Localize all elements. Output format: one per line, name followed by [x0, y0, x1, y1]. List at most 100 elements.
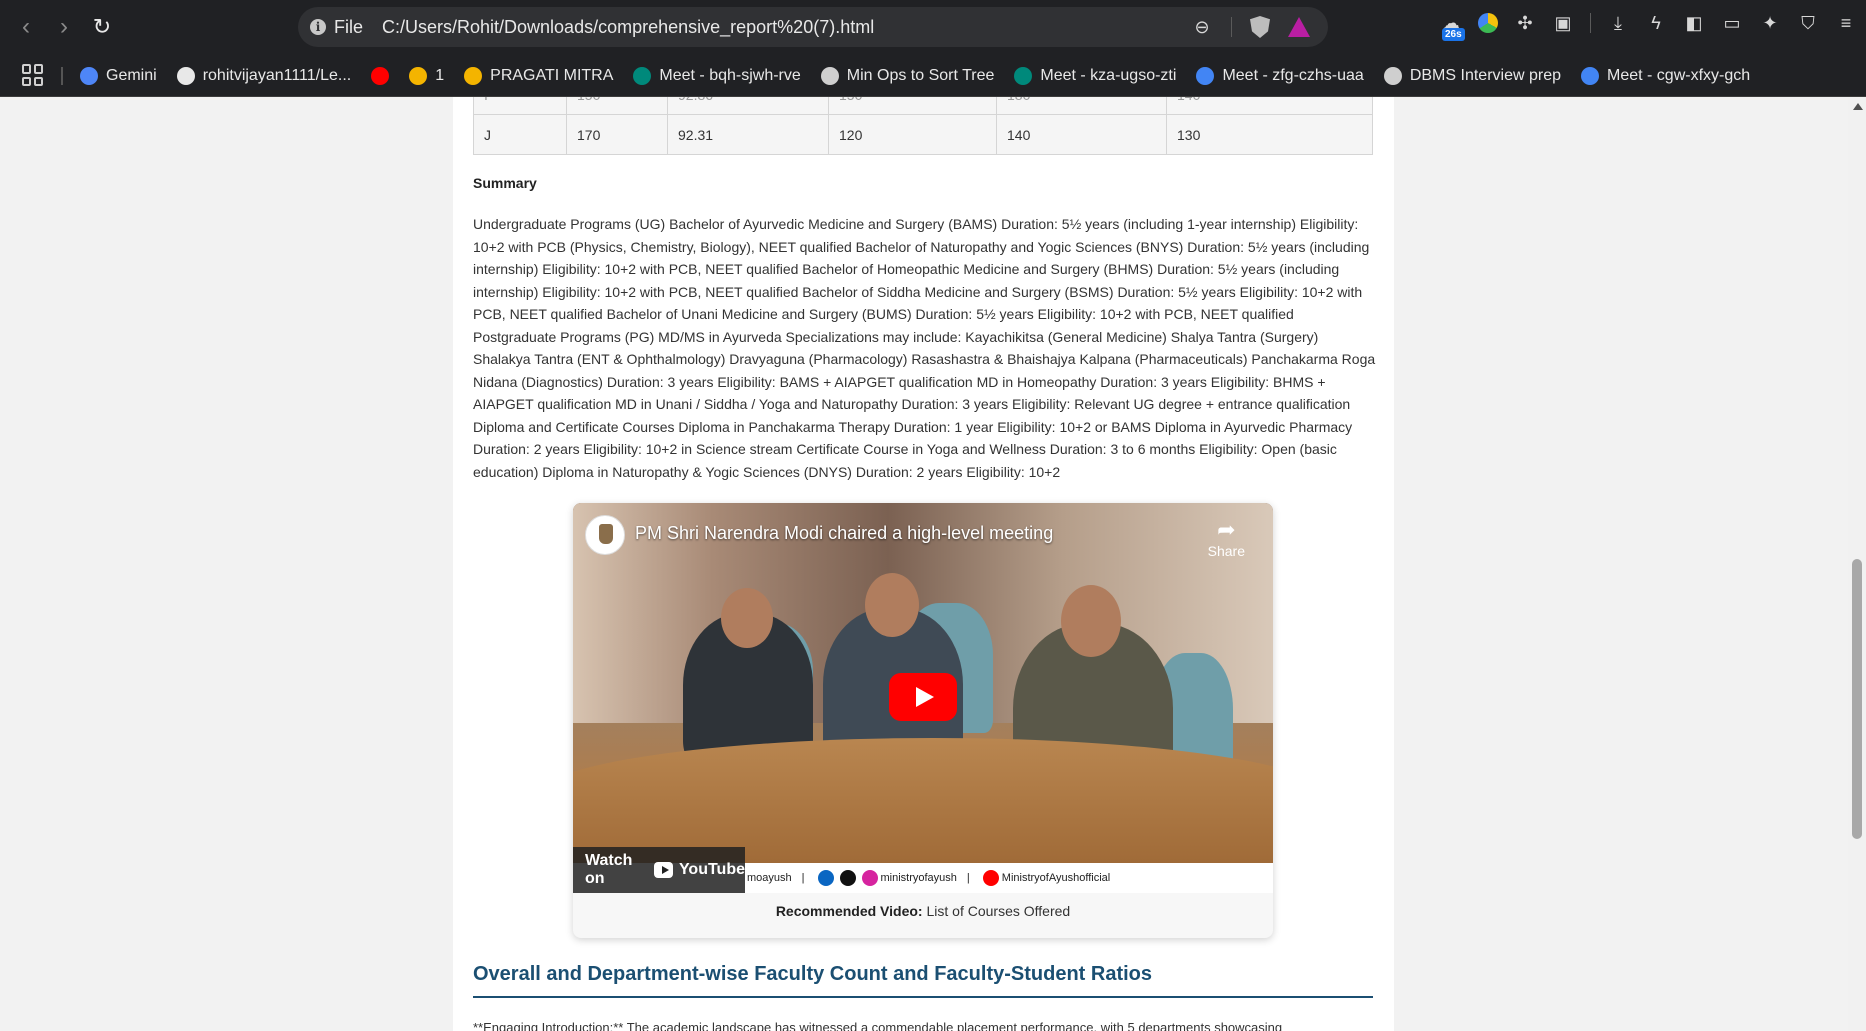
- download-icon[interactable]: ⤓: [1607, 12, 1629, 34]
- youtube-icon: [982, 870, 999, 886]
- instagram-icon: [861, 870, 878, 886]
- share-button[interactable]: ➦ Share: [1208, 517, 1245, 559]
- scrollbar-thumb[interactable]: [1852, 559, 1862, 839]
- bookmark-item[interactable]: Meet - cgw-xfxy-gch: [1581, 67, 1750, 85]
- social-handle: moayush: [747, 872, 792, 884]
- section-heading: Overall and Department-wise Faculty Coun…: [473, 963, 1152, 985]
- bookmark-favicon-icon: [1383, 67, 1402, 85]
- extension-badge: 26s: [1442, 28, 1465, 41]
- wallet-icon[interactable]: ▭: [1721, 12, 1743, 34]
- share-label: Share: [1207, 543, 1245, 559]
- scroll-up-icon[interactable]: [1853, 103, 1863, 110]
- bookmark-item[interactable]: Meet - zfg-czhs-uaa: [1196, 67, 1364, 85]
- url-text[interactable]: C:/Users/Rohit/Downloads/comprehensive_r…: [382, 17, 874, 38]
- page-viewport: I 150 92.86 150 180 140 J 170 92.31 120 …: [0, 97, 1848, 1031]
- bookmark-item[interactable]: Meet - kza-ugso-zti: [1014, 67, 1176, 85]
- divider: [1590, 13, 1591, 33]
- watch-on-label: Watch on: [585, 852, 633, 887]
- bookmark-favicon-icon: [409, 67, 428, 85]
- divider: [61, 67, 63, 85]
- bookmark-label: PRAGATI MITRA: [490, 67, 614, 84]
- social-handle: MinistryofAyushofficial: [1001, 872, 1111, 884]
- extension-color-icon[interactable]: [1478, 13, 1498, 33]
- bookmark-favicon-icon: [1196, 67, 1215, 85]
- brave-rewards-icon[interactable]: [1288, 17, 1310, 37]
- video-title[interactable]: PM Shri Narendra Modi chaired a high-lev…: [635, 523, 1053, 544]
- divider: [1231, 17, 1232, 37]
- bookmark-label: Min Ops to Sort Tree: [846, 67, 995, 84]
- table-cell: J: [473, 114, 567, 155]
- forward-button[interactable]: ›: [50, 13, 78, 41]
- bookmark-label: DBMS Interview prep: [1409, 67, 1561, 84]
- address-bar[interactable]: i File C:/Users/Rohit/Downloads/comprehe…: [298, 7, 1328, 47]
- channel-logo[interactable]: [585, 515, 625, 555]
- summary-text: Undergraduate Programs (UG) Bachelor of …: [473, 216, 1376, 480]
- reload-button[interactable]: ↻: [88, 13, 116, 41]
- table-row: J 170 92.31 120 140 130: [473, 114, 1373, 155]
- section-intro-text: **Engaging Introduction:** The academic …: [473, 1020, 1283, 1031]
- zoom-icon[interactable]: ⊖: [1191, 16, 1213, 38]
- menu-icon[interactable]: ≡: [1835, 12, 1857, 34]
- back-button[interactable]: ‹: [12, 13, 40, 41]
- bookmark-label: rohitvijayan1111/Le...: [202, 67, 352, 84]
- info-icon[interactable]: i: [310, 19, 326, 35]
- social-handle: ministryofayush: [880, 872, 957, 884]
- summary-heading: Summary: [473, 175, 537, 191]
- vpn-shield-icon[interactable]: ⛉: [1797, 12, 1819, 34]
- bookmark-label: Meet - zfg-czhs-uaa: [1222, 67, 1364, 84]
- linkedin-icon: [817, 870, 834, 886]
- youtube-embed[interactable]: PM Shri Narendra Modi chaired a high-lev…: [573, 503, 1273, 893]
- threads-icon: [839, 870, 856, 886]
- bookmark-label: 1: [435, 67, 445, 84]
- bookmark-favicon-icon: [371, 67, 390, 85]
- table-cell: 150: [566, 97, 668, 115]
- table-cell: I: [473, 97, 567, 115]
- data-table: I 150 92.86 150 180 140 J 170 92.31 120 …: [473, 97, 1373, 155]
- sidebar-icon[interactable]: ◧: [1683, 12, 1705, 34]
- table-cell: 92.31: [667, 114, 829, 155]
- youtube-logo-icon: [653, 862, 673, 878]
- bookmark-favicon-icon: [1014, 67, 1033, 85]
- bookmark-item[interactable]: PRAGATI MITRA: [464, 67, 613, 85]
- performance-icon[interactable]: ϟ: [1645, 12, 1667, 34]
- browser-toolbar: ‹ › ↻ i File C:/Users/Rohit/Downloads/co…: [0, 0, 1866, 55]
- bookmark-label: Gemini: [106, 67, 157, 84]
- brave-shields-icon[interactable]: [1250, 16, 1270, 38]
- table-row: I 150 92.86 150 180 140: [473, 97, 1373, 115]
- table-cell: 180: [996, 97, 1167, 115]
- video-scene: [865, 573, 919, 637]
- bookmark-item[interactable]: Meet - bqh-sjwh-rve: [633, 67, 801, 85]
- extension-timer-icon[interactable]: ☁ 26s: [1440, 12, 1465, 41]
- bookmark-item[interactable]: [371, 67, 390, 85]
- youtube-label: YouTube: [678, 861, 745, 878]
- extensions-puzzle-icon[interactable]: ✣: [1514, 12, 1536, 34]
- bookmark-label: Meet - bqh-sjwh-rve: [659, 67, 801, 84]
- leo-ai-icon[interactable]: ✦: [1759, 12, 1781, 34]
- watch-on-youtube-button[interactable]: Watch on YouTube: [573, 847, 745, 893]
- caption-label: Recommended Video:: [775, 903, 923, 919]
- bookmark-label: Meet - cgw-xfxy-gch: [1607, 67, 1751, 84]
- bookmark-favicon-icon: [820, 67, 839, 85]
- video-caption: Recommended Video: List of Courses Offer…: [573, 903, 1273, 919]
- video-card: PM Shri Narendra Modi chaired a high-lev…: [573, 503, 1273, 938]
- page-scrollbar[interactable]: [1848, 97, 1866, 1031]
- bookmark-item[interactable]: Min Ops to Sort Tree: [820, 67, 995, 85]
- table-cell: 140: [1166, 97, 1373, 115]
- report-content: I 150 92.86 150 180 140 J 170 92.31 120 …: [453, 97, 1394, 1031]
- table-cell: 140: [996, 114, 1167, 155]
- bookmark-favicon-icon: [633, 67, 652, 85]
- table-cell: 130: [1166, 114, 1373, 155]
- table-cell: 170: [566, 114, 668, 155]
- play-button[interactable]: [889, 673, 957, 721]
- tab-search-icon[interactable]: ▣: [1552, 12, 1574, 34]
- bookmark-item[interactable]: rohitvijayan1111/Le...: [176, 67, 352, 85]
- bookmark-favicon-icon: [176, 67, 195, 85]
- apps-icon[interactable]: [22, 64, 44, 86]
- bookmarks-bar: Gemini rohitvijayan1111/Le... 1 PRAGATI MIT…: [0, 55, 1866, 97]
- table-cell: 150: [828, 97, 997, 115]
- bookmark-item[interactable]: DBMS Interview prep: [1383, 67, 1561, 85]
- bookmark-label: Meet - kza-ugso-zti: [1040, 67, 1177, 84]
- bookmark-item[interactable]: Gemini: [80, 67, 157, 85]
- bookmark-item[interactable]: 1: [409, 67, 444, 85]
- caption-text: List of Courses Offered: [926, 903, 1071, 919]
